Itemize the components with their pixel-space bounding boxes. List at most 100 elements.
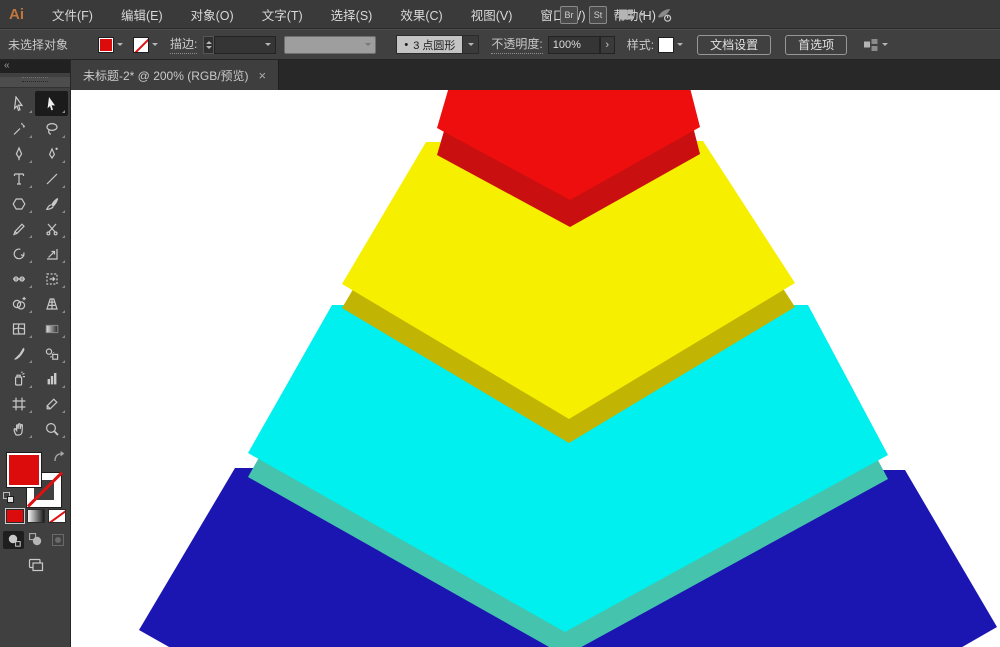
gradient-button[interactable]: [26, 509, 45, 523]
symbol-sprayer-icon: [11, 370, 27, 387]
default-fill-stroke-icon[interactable]: [3, 492, 15, 504]
brush-chip[interactable]: • 3 点圆形: [396, 35, 464, 54]
illustrator-window: Ai 文件(F)编辑(E)对象(O)文字(T)选择(S)效果(C)视图(V)窗口…: [0, 0, 1000, 647]
menu-select[interactable]: 选择(S): [317, 0, 387, 29]
stroke-weight-stepper[interactable]: [203, 35, 215, 54]
free-transform-icon: [44, 271, 60, 287]
tool-artboard-tool[interactable]: [2, 391, 35, 416]
tool-blend-tool[interactable]: [35, 341, 68, 366]
draw-inside-icon[interactable]: [47, 531, 68, 549]
color-button[interactable]: [4, 508, 25, 524]
document-tab-bar: 未标题-2* @ 200% (RGB/预览) ×: [0, 60, 1000, 90]
brush-chevron[interactable]: [463, 35, 480, 54]
chevron-down-icon: [639, 13, 645, 16]
artboard-canvas[interactable]: [71, 90, 1000, 647]
tool-perspective-grid-tool[interactable]: [35, 291, 68, 316]
variable-width-profile-dropdown[interactable]: [284, 35, 377, 54]
bridge-button[interactable]: Br: [560, 5, 578, 24]
tool-scissors-tool[interactable]: [35, 216, 68, 241]
menu-type[interactable]: 文字(T): [248, 0, 317, 29]
menu-object[interactable]: 对象(O): [177, 0, 248, 29]
workspace-switcher-icon: [618, 7, 634, 23]
tool-type-tool[interactable]: [2, 166, 35, 191]
fill-swatch[interactable]: [98, 36, 114, 53]
tool-shape-builder-tool[interactable]: [2, 291, 35, 316]
pyramid-artwork[interactable]: [71, 90, 1000, 647]
tool-free-transform-tool[interactable]: [35, 266, 68, 291]
tool-curvature-tool[interactable]: [35, 141, 68, 166]
tool-magic-wand-tool[interactable]: [2, 116, 35, 141]
tool-slice-tool[interactable]: [35, 391, 68, 416]
swap-fill-stroke-icon[interactable]: [52, 450, 68, 466]
tool-paintbrush-tool[interactable]: [35, 191, 68, 216]
tool-zoom-tool[interactable]: [35, 416, 68, 441]
style-control[interactable]: [658, 36, 684, 53]
stroke-weight-field[interactable]: [214, 35, 277, 54]
document-setup-button[interactable]: 文档设置: [697, 34, 772, 55]
workspace-switcher[interactable]: [618, 7, 645, 23]
control-bar: 未选择对象 描边: • 3 点圆形 不透明度: 100% › 样式: 文档设置 …: [0, 29, 1000, 60]
stroke-color-control[interactable]: [133, 36, 158, 53]
pen-icon: [11, 145, 27, 162]
none-button[interactable]: [47, 509, 66, 523]
column-graph-icon: [44, 371, 60, 387]
opacity-label[interactable]: 不透明度:: [491, 35, 543, 54]
tool-line-segment-tool[interactable]: [35, 166, 68, 191]
blend-icon: [44, 346, 60, 362]
menu-file[interactable]: 文件(F): [38, 0, 107, 29]
tools-grid: [0, 88, 70, 441]
chevron-down-icon: [265, 43, 272, 46]
menu-effect[interactable]: 效果(C): [386, 0, 456, 29]
stock-button[interactable]: St: [589, 5, 607, 24]
panel-grip[interactable]: [0, 77, 70, 88]
cursor-filled-icon: [44, 96, 60, 112]
tools-panel: «: [0, 60, 71, 647]
style-label: 样式:: [626, 37, 655, 52]
document-tab[interactable]: 未标题-2* @ 200% (RGB/预览) ×: [71, 60, 280, 90]
tool-pencil-tool[interactable]: [2, 216, 35, 241]
tool-symbol-sprayer-tool[interactable]: [2, 366, 35, 391]
draw-normal-icon[interactable]: [3, 531, 24, 549]
tool-rotate-tool[interactable]: [2, 241, 35, 266]
opacity-field[interactable]: 100%: [547, 35, 600, 54]
menu-edit[interactable]: 编辑(E): [107, 0, 177, 29]
fill-proxy-swatch[interactable]: [6, 452, 42, 488]
tool-eyedropper-tool[interactable]: [2, 341, 35, 366]
draw-behind-icon[interactable]: [25, 531, 46, 549]
stroke-swatch[interactable]: [133, 36, 149, 53]
chevron-down-icon: [677, 43, 684, 46]
width-icon: [11, 271, 27, 287]
brush-dot-icon: •: [404, 38, 409, 51]
stroke-weight-label[interactable]: 描边:: [170, 35, 198, 54]
tool-pen-tool[interactable]: [2, 141, 35, 166]
opacity-value: 100%: [552, 38, 581, 51]
chevron-down-icon: [365, 43, 372, 46]
tool-mesh-tool[interactable]: [2, 316, 35, 341]
menu-view[interactable]: 视图(V): [457, 0, 527, 29]
menu-bar: Ai 文件(F)编辑(E)对象(O)文字(T)选择(S)效果(C)视图(V)窗口…: [0, 0, 1000, 29]
tool-column-graph-tool[interactable]: [35, 366, 68, 391]
chevron-down-icon: [205, 45, 212, 49]
tool-width-tool[interactable]: [2, 266, 35, 291]
arrange-control[interactable]: [863, 37, 889, 53]
screen-mode-icon[interactable]: [24, 556, 48, 574]
tool-lasso-tool[interactable]: [35, 116, 68, 141]
opacity-arrow-button[interactable]: ›: [599, 35, 615, 54]
tool-selection-tool[interactable]: [2, 91, 35, 116]
cs-live-icon[interactable]: [656, 7, 672, 23]
tool-scale-tool[interactable]: [35, 241, 68, 266]
tool-gradient-tool[interactable]: [35, 316, 68, 341]
fill-color-control[interactable]: [98, 36, 123, 53]
close-icon[interactable]: ×: [259, 69, 267, 82]
tool-direct-selection-tool[interactable]: [35, 91, 68, 116]
tool-shape-tool[interactable]: [2, 191, 35, 216]
type-icon: [11, 171, 27, 187]
tool-hand-tool[interactable]: [2, 416, 35, 441]
chevron-down-icon: [882, 43, 889, 46]
arrange-icon: [863, 37, 879, 53]
preferences-button[interactable]: 首选项: [785, 34, 848, 55]
scissors-icon: [44, 221, 60, 237]
brush-definition-dropdown[interactable]: • 3 点圆形: [380, 35, 480, 54]
style-swatch[interactable]: [658, 36, 675, 53]
panel-collapse-button[interactable]: «: [0, 60, 70, 73]
